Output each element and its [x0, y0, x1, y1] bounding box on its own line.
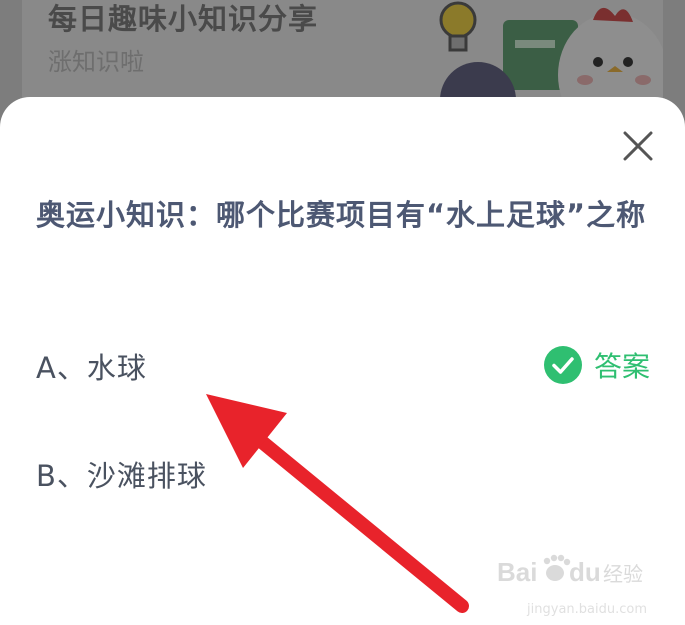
svg-text:du: du — [569, 557, 601, 587]
answer-label: 答案 — [593, 350, 650, 383]
option-a[interactable]: A、水球 答案 — [36, 335, 656, 395]
svg-text:Bai: Bai — [497, 557, 537, 587]
svg-text:经验: 经验 — [603, 562, 643, 586]
banner-subtitle: 涨知识啦 — [48, 48, 144, 76]
answer-tag: 答案 — [543, 345, 650, 385]
question-text: 奥运小知识：哪个比赛项目有“水上足球”之称 — [36, 198, 647, 232]
banner-title: 每日趣味小知识分享 — [48, 2, 319, 36]
option-b-label: B、沙滩排球 — [36, 459, 207, 493]
lightbulb-icon — [439, 1, 477, 52]
option-a-label: A、水球 — [36, 351, 147, 385]
paw-icon — [543, 554, 571, 581]
close-icon[interactable] — [617, 125, 659, 167]
quiz-dialog: 奥运小知识：哪个比赛项目有“水上足球”之称 A、水球 答案 B、沙滩排球 — [0, 97, 685, 625]
watermark-domain: jingyan.baidu.com — [527, 602, 647, 617]
option-b[interactable]: B、沙滩排球 — [36, 443, 656, 503]
check-circle-icon — [543, 346, 582, 384]
